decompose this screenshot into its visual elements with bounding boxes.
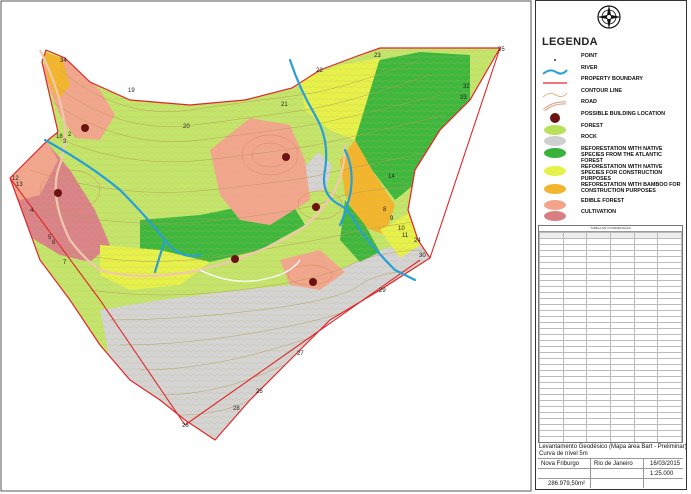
legend-item: REFORESTATION WITH NATIVE SPECIES FROM T… (542, 146, 684, 164)
scale-row: 1:25.000 (538, 469, 683, 479)
coordinate-table-grid (539, 232, 682, 444)
table-cell (634, 443, 658, 444)
building-location (54, 189, 62, 197)
legend-label: POINT (581, 53, 598, 59)
north-arrow-icon (597, 5, 621, 29)
point-label: 13 (16, 182, 23, 188)
legend-label: REFORESTATION WITH NATIVE SPECIES FOR CO… (581, 164, 663, 182)
point-label: 28 (233, 406, 240, 412)
area: 286.979,50m² (548, 481, 586, 487)
point-label: 11 (402, 233, 409, 239)
legend-label: CULTIVATION (581, 209, 617, 215)
point-label: 32 (463, 84, 470, 90)
legend-label: RIVER (581, 65, 598, 71)
contour-interval: Curva de nível 5m (539, 451, 588, 457)
point-label: 19 (128, 88, 135, 94)
point-label: 30 (419, 253, 426, 259)
legend-title: LEGENDA (542, 36, 598, 48)
legend-item: REFORESTATION WITH NATIVE SPECIES FOR CO… (542, 164, 684, 182)
title-row: Levantamento Geodésico (Mapa área Bart -… (538, 444, 687, 459)
table-cell (658, 443, 682, 444)
table-cell (610, 443, 634, 444)
point-label: 20 (183, 124, 190, 130)
cultivation-swatch-icon (544, 211, 566, 221)
table-row (540, 443, 682, 444)
divider (643, 459, 644, 488)
state: Rio de Janeiro (594, 461, 633, 467)
point-label: 14 (388, 174, 395, 180)
point-label: 26 (182, 423, 189, 429)
point-label: 33 (460, 95, 467, 101)
point-label: 27 (297, 351, 304, 357)
point-label: 25 (256, 389, 263, 395)
point-label: 23 (374, 53, 381, 59)
building-location (282, 153, 290, 161)
building-location (312, 203, 320, 211)
point-label: 24 (414, 238, 421, 244)
atlantic-forest-swatch-icon (544, 148, 566, 158)
location-row: Nova Friburgo Rio de Janeiro 16/03/2015 (538, 459, 683, 469)
legend-label: POSSIBLE BUILDING LOCATION (581, 111, 666, 117)
building-location (81, 124, 89, 132)
point-label: 29 (379, 288, 386, 294)
point-label: 21 (281, 102, 288, 108)
table-cell (563, 443, 587, 444)
divider (590, 459, 591, 488)
legend-item: CULTIVATION (542, 209, 684, 223)
point-label: 10 (398, 226, 405, 232)
scale: 1:25.000 (650, 471, 674, 477)
legend-label: REFORESTATION WITH BAMBOO FOR CONSTRUCTI… (581, 182, 681, 194)
table-cell (587, 443, 611, 444)
municipality: Nova Friburgo (541, 461, 580, 467)
point-label: 35 (498, 47, 505, 53)
survey-title: Levantamento Geodésico (Mapa área Bart -… (539, 444, 687, 450)
legend-label: CONTOUR LINE (581, 88, 622, 94)
bamboo-swatch-icon (544, 184, 566, 194)
area-row: 286.979,50m² (538, 479, 683, 488)
date: 16/03/2015 (650, 461, 681, 467)
legend-label: REFORESTATION WITH NATIVE SPECIES FROM T… (581, 146, 663, 164)
legend-label: PROPERTY BOUNDARY (581, 76, 643, 82)
construction-species-swatch-icon (544, 166, 566, 176)
property-map: 2345678910111213141819202122232425262728… (0, 0, 532, 492)
point-label: 34 (60, 58, 67, 64)
legend-label: ROCK (581, 134, 597, 140)
point-label: 18 (56, 134, 63, 140)
coordinate-table: TABELA DE COORDENADAS (538, 225, 683, 443)
legend-item: REFORESTATION WITH BAMBOO FOR CONSTRUCTI… (542, 182, 684, 196)
building-location (309, 278, 317, 286)
legend-label: ROAD (581, 99, 597, 105)
building-location (231, 255, 239, 263)
table-cell (540, 443, 564, 444)
point-label: 22 (316, 68, 323, 74)
legend-label: FOREST (581, 123, 603, 129)
title-block: Levantamento Geodésico (Mapa área Bart -… (538, 444, 687, 488)
legend-label: EDIBLE FOREST (581, 198, 625, 204)
